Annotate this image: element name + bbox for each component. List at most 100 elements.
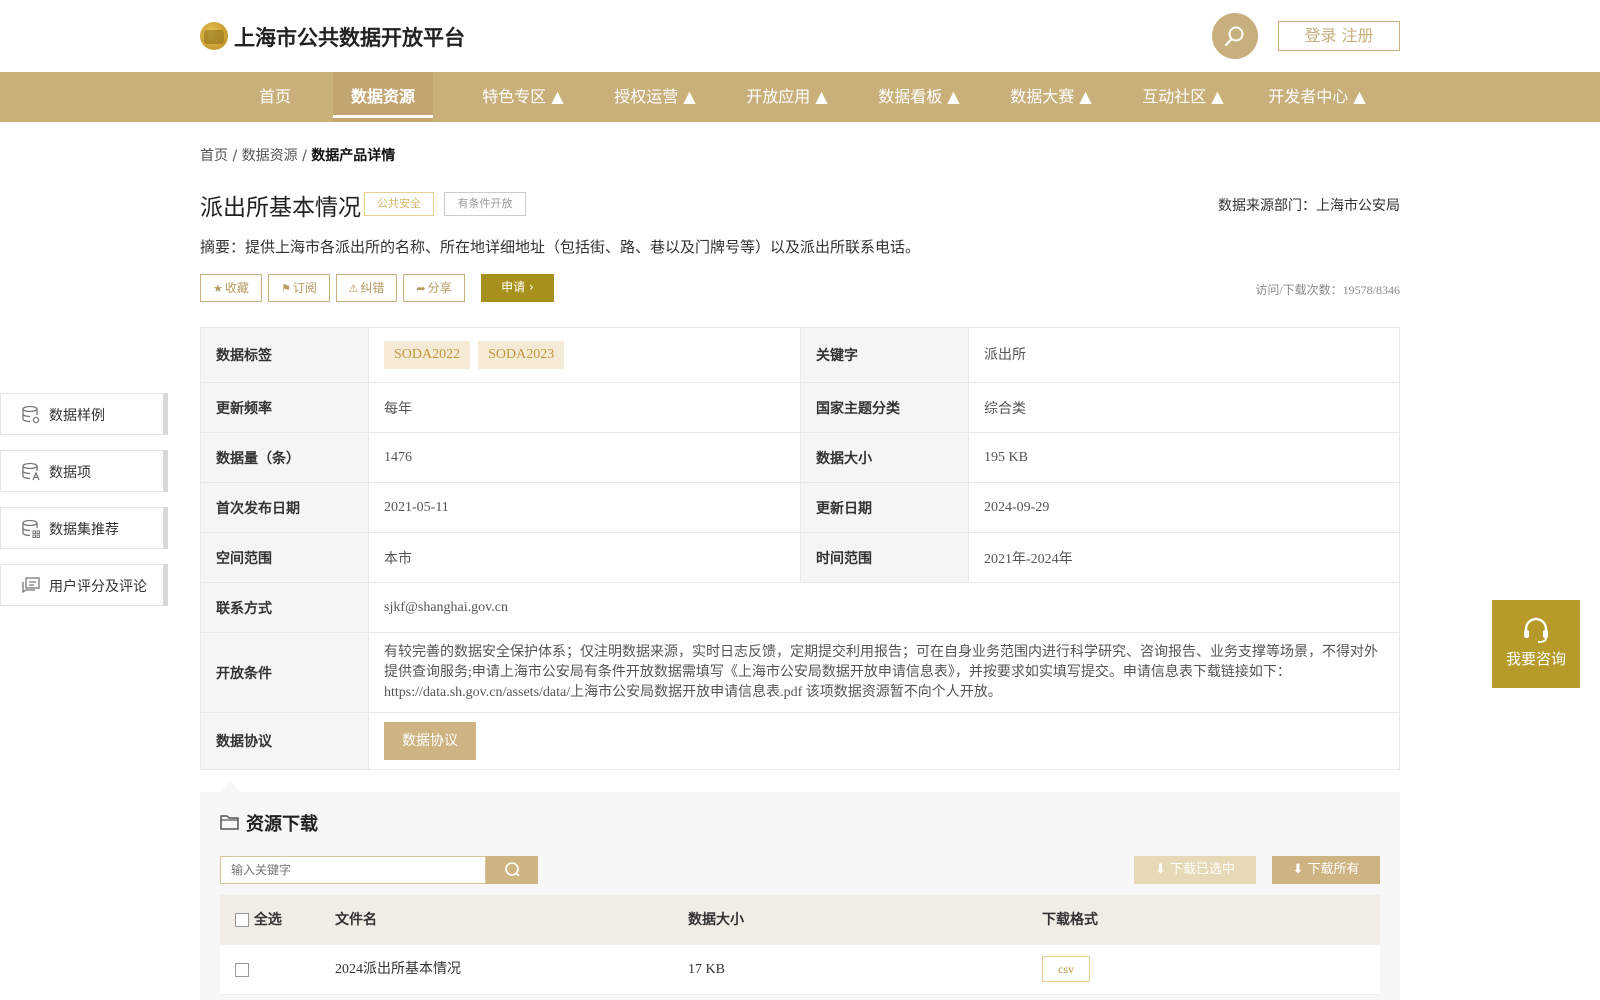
favorite-button[interactable]: ★ 收藏 xyxy=(200,274,262,302)
data-tag[interactable]: SODA2023 xyxy=(478,341,565,369)
side-item-label: 数据集推荐 xyxy=(49,522,119,538)
chevron-right-icon: › xyxy=(529,280,534,294)
table-header: 全选 文件名 数据大小 下载格式 xyxy=(220,895,1380,945)
consult-button[interactable]: 我要咨询 xyxy=(1492,600,1580,688)
label-conditions: 开放条件 xyxy=(200,632,369,713)
column-size: 数据大小 xyxy=(688,912,744,928)
conditions-value: 有较完善的数据安全保护体系；仅注明数据来源，实时日志反馈，定期提交利用报告；可在… xyxy=(368,632,1400,713)
nav-dashboard[interactable]: 数据看板 ▲ xyxy=(858,72,980,122)
select-all-checkbox[interactable] xyxy=(235,913,249,927)
database-fields-icon xyxy=(22,462,40,481)
data-protocol-button[interactable]: 数据协议 xyxy=(384,722,476,760)
resource-title: 资源下载 xyxy=(246,814,318,835)
label-tags: 数据标签 xyxy=(200,327,369,383)
visit-download-count: 访问/下载次数：19578/8346 xyxy=(1255,283,1400,297)
share-icon: ➦ xyxy=(416,282,426,295)
nav-community[interactable]: 互动社区 ▲ xyxy=(1122,72,1244,122)
nav-open-apps[interactable]: 开放应用 ▲ xyxy=(726,72,848,122)
breadcrumb-sep: / xyxy=(232,148,238,164)
column-format: 下载格式 xyxy=(1042,912,1098,928)
label-count: 数据量（条） xyxy=(200,432,369,483)
keyword-search-button[interactable] xyxy=(486,856,538,884)
download-icon: ⬇ xyxy=(1292,862,1304,877)
label-keyword: 关键字 xyxy=(800,327,969,383)
report-error-button[interactable]: ⚠ 纠错 xyxy=(336,274,397,302)
breadcrumb-section[interactable]: 数据资源 xyxy=(242,148,298,164)
format-csv-button[interactable]: csv xyxy=(1042,956,1090,982)
size-value: 195 KB xyxy=(968,432,1400,483)
nav-home[interactable]: 首页 xyxy=(225,72,325,122)
side-item-label: 数据项 xyxy=(49,465,91,481)
label-theme: 国家主题分类 xyxy=(800,382,969,433)
source-department: 数据来源部门：上海市公安局 xyxy=(1218,198,1400,214)
nav-authorized-ops[interactable]: 授权运营 ▲ xyxy=(594,72,716,122)
star-icon: ★ xyxy=(213,282,223,295)
select-all-cell[interactable]: 全选 xyxy=(235,895,282,945)
page-title: 派出所基本情况 xyxy=(200,195,361,221)
side-item-label: 用户评分及评论 xyxy=(49,579,147,595)
breadcrumb-sep: / xyxy=(302,148,307,164)
resource-download-panel: 资源下载 ⬇ 下载已选中 ⬇ 下载所有 全选 文件名 数据大小 下载格式 202… xyxy=(200,792,1400,1000)
download-selected-button[interactable]: ⬇ 下载已选中 xyxy=(1134,856,1256,884)
site-title[interactable]: 上海市公共数据开放平台 xyxy=(234,22,465,52)
side-item-rating-comments[interactable]: 用户评分及评论 xyxy=(0,564,168,606)
theme-value: 综合类 xyxy=(968,382,1400,433)
label-first-release: 首次发布日期 xyxy=(200,482,369,533)
download-icon: ⬇ xyxy=(1154,862,1166,877)
label-size: 数据大小 xyxy=(800,432,969,483)
data-tag[interactable]: SODA2022 xyxy=(384,341,471,369)
protocol-cell: 数据协议 xyxy=(368,712,1400,770)
row-checkbox[interactable] xyxy=(235,962,249,977)
bookmark-icon: ⚑ xyxy=(281,282,291,295)
nav-data-resources[interactable]: 数据资源 xyxy=(333,72,433,122)
select-all-label: 全选 xyxy=(253,912,282,928)
file-size: 17 KB xyxy=(688,962,725,977)
share-button[interactable]: ➦ 分享 xyxy=(403,274,465,302)
folder-icon xyxy=(220,815,239,830)
warning-icon: ⚠ xyxy=(348,282,359,295)
search-icon xyxy=(1224,26,1244,47)
consult-label: 我要咨询 xyxy=(1505,650,1566,668)
headset-icon xyxy=(1524,617,1548,643)
space-value: 本市 xyxy=(368,532,801,583)
top-header: 上海市公共数据开放平台 登录 注册 xyxy=(0,0,1600,72)
comment-icon xyxy=(22,577,40,594)
apply-button[interactable]: 申请 › xyxy=(481,274,554,302)
breadcrumb-current: 数据产品详情 xyxy=(311,148,396,164)
side-item-data-sample[interactable]: 数据样例 xyxy=(0,393,168,435)
side-item-dataset-recommend[interactable]: 数据集推荐 xyxy=(0,507,168,549)
download-all-button[interactable]: ⬇ 下载所有 xyxy=(1272,856,1380,884)
subscribe-label: 订阅 xyxy=(292,281,317,295)
row-select-cell[interactable] xyxy=(235,945,249,995)
report-label: 纠错 xyxy=(360,281,385,295)
nav-competition[interactable]: 数据大赛 ▲ xyxy=(990,72,1112,122)
label-time: 时间范围 xyxy=(800,532,969,583)
side-item-data-fields[interactable]: 数据项 xyxy=(0,450,168,492)
download-selected-label: 下载已选中 xyxy=(1170,862,1236,877)
nav-developer[interactable]: 开发者中心 ▲ xyxy=(1256,72,1378,122)
database-sample-icon xyxy=(22,405,40,424)
section-pointer xyxy=(220,780,240,792)
site-logo-icon[interactable] xyxy=(200,22,228,50)
label-protocol: 数据协议 xyxy=(200,712,369,770)
search-button[interactable] xyxy=(1212,13,1258,59)
contact-value: sjkf@shanghai.gov.cn xyxy=(368,582,1400,633)
search-icon xyxy=(505,862,520,877)
file-name: 2024派出所基本情况 xyxy=(335,962,461,977)
label-contact: 联系方式 xyxy=(200,582,369,633)
database-recommend-icon xyxy=(22,519,40,538)
label-frequency: 更新频率 xyxy=(200,382,369,433)
table-row: 2024派出所基本情况 17 KB csv xyxy=(220,945,1380,995)
favorite-label: 收藏 xyxy=(224,281,249,295)
main-nav: 首页 数据资源 特色专区 ▲ 授权运营 ▲ 开放应用 ▲ 数据看板 ▲ 数据大赛… xyxy=(0,72,1600,122)
subscribe-button[interactable]: ⚑ 订阅 xyxy=(268,274,330,302)
category-tag: 公共安全 xyxy=(364,192,434,216)
keyword-value: 派出所 xyxy=(968,327,1400,383)
breadcrumb: 首页 / 数据资源 / 数据产品详情 xyxy=(200,145,395,165)
first-release-value: 2021-05-11 xyxy=(368,482,801,533)
login-register-button[interactable]: 登录 注册 xyxy=(1278,21,1400,51)
updated-value: 2024-09-29 xyxy=(968,482,1400,533)
breadcrumb-home[interactable]: 首页 xyxy=(200,148,228,164)
keyword-search-input[interactable] xyxy=(220,856,486,884)
nav-special-zones[interactable]: 特色专区 ▲ xyxy=(462,72,584,122)
